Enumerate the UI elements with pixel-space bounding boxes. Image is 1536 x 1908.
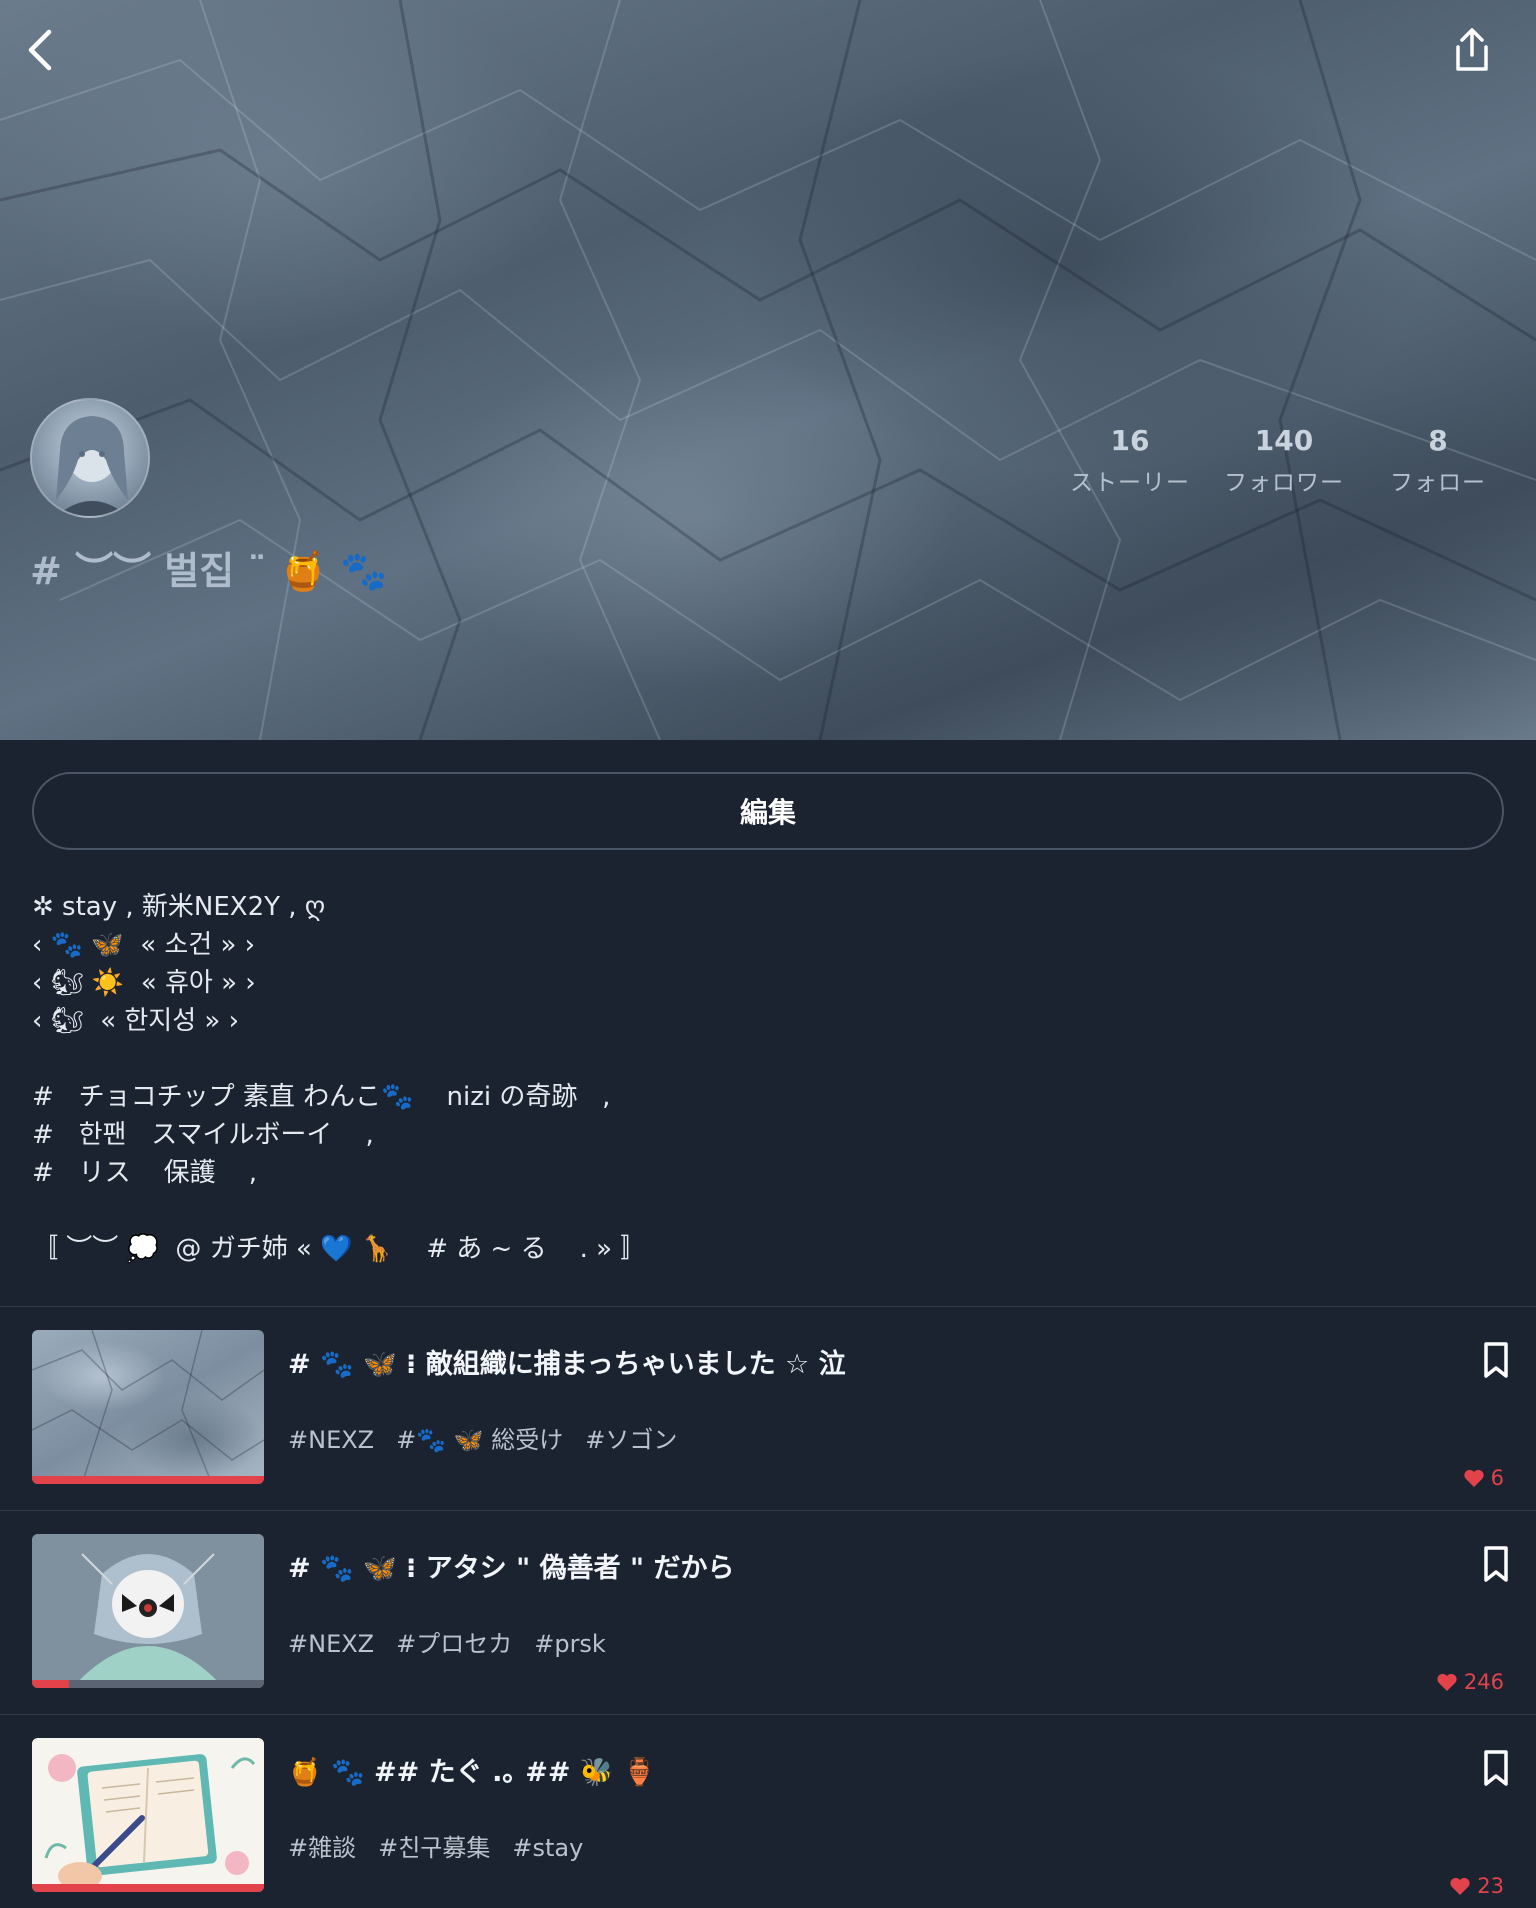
bio-line [32, 1040, 1492, 1078]
story-progress-fill [32, 1476, 264, 1484]
story-tags: #NEXZ #プロセカ #prsk [288, 1624, 628, 1659]
bio-line: 〚 ︶︶ 💭 @ ガチ姉 « 💙 🦒 # あ ~ る . » 〛 [32, 1234, 647, 1264]
story-tags: #雑談 #친구募集 #stay [288, 1828, 605, 1863]
story-tag[interactable]: #stay [512, 1834, 583, 1862]
notebook-illustration-thumb [32, 1738, 264, 1892]
bookmark-icon[interactable] [1478, 1748, 1514, 1788]
stat-following-label: フォロー [1390, 470, 1486, 496]
avatar-illustration [56, 416, 128, 516]
avatar[interactable] [30, 398, 150, 518]
crumpled-paper-texture [0, 0, 1536, 740]
story-progress-bar [32, 1476, 264, 1484]
like-count-value: 246 [1463, 1670, 1504, 1694]
like-count: 246 [1436, 1670, 1504, 1694]
story-tag[interactable]: #雑談 [288, 1834, 356, 1862]
back-button[interactable] [8, 18, 72, 82]
story-tag[interactable]: #친구募集 [378, 1834, 490, 1862]
bookmark-icon[interactable] [1478, 1544, 1514, 1584]
stat-following[interactable]: 8 フォロー [1368, 424, 1508, 497]
bio-line: ‹ 🐾 🦋 « 소건 » › [32, 930, 256, 960]
story-tag[interactable]: #ソゴン [585, 1426, 677, 1454]
story-item[interactable]: # 🐾 🦋 ⁝ アタシ " 偽善者 " だから #NEXZ #プロセカ #prsk … [0, 1510, 1536, 1714]
like-count-value: 6 [1490, 1466, 1504, 1490]
story-progress-bar [32, 1884, 264, 1892]
bio-line: ✲ stay , 新米NEX2Y , ღ [32, 892, 326, 922]
story-title[interactable]: # 🐾 🦋 ⁝ 敵組織に捕まっちゃいました ☆ 泣 [288, 1342, 846, 1381]
story-title[interactable]: 🍯 🐾 ## たぐ .｡ ## 🐝 🏺 [288, 1750, 657, 1789]
anime-character-thumb [32, 1534, 264, 1688]
story-thumbnail[interactable] [32, 1738, 264, 1892]
stat-stories-count: 16 [1110, 424, 1150, 457]
story-thumbnail[interactable] [32, 1330, 264, 1484]
stat-following-count: 8 [1428, 424, 1448, 457]
story-progress-fill [32, 1680, 70, 1688]
like-count: 23 [1449, 1874, 1504, 1898]
chevron-left-icon [28, 29, 52, 71]
profile-name: # ︶︶ 벌집 ¨ 🍯 🐾 [30, 549, 388, 593]
stat-followers[interactable]: 140 フォロワー [1214, 424, 1354, 497]
edit-profile-button[interactable]: 編集 [32, 772, 1504, 850]
stat-stories-label: ストーリー [1070, 470, 1190, 496]
stat-followers-label: フォロワー [1224, 470, 1344, 496]
story-progress-bar [32, 1680, 264, 1688]
like-count: 6 [1463, 1466, 1504, 1490]
story-tag[interactable]: #NEXZ [288, 1426, 374, 1454]
story-progress-fill [32, 1884, 264, 1892]
story-tags: #NEXZ #🐾 🦋 総受け #ソゴン [288, 1420, 699, 1455]
stat-followers-count: 140 [1254, 424, 1314, 457]
bio-line [32, 1192, 1492, 1230]
story-thumbnail[interactable] [32, 1534, 264, 1688]
heart-icon [1437, 1673, 1457, 1691]
bio-line: # 한팬 スマイルボーイ , [32, 1120, 374, 1150]
story-tag[interactable]: #prsk [534, 1630, 606, 1658]
story-title[interactable]: # 🐾 🦋 ⁝ アタシ " 偽善者 " だから [288, 1546, 734, 1585]
stat-stories[interactable]: 16 ストーリー [1060, 424, 1200, 497]
story-tag[interactable]: #🐾 🦋 総受け [396, 1426, 563, 1454]
crumpled-paper-thumb [32, 1330, 264, 1484]
profile-stats: 16 ストーリー 140 フォロワー 8 フォロー [1060, 424, 1512, 504]
heart-icon [1464, 1469, 1484, 1487]
heart-icon [1450, 1877, 1470, 1895]
story-tag[interactable]: #NEXZ [288, 1630, 374, 1658]
bio-line: # チョコチップ 素直 わんこ🐾 nizi の奇跡 , [32, 1082, 611, 1112]
bio-line: ‹ 🐿 « 한지성 » › [32, 1006, 239, 1036]
bookmark-icon[interactable] [1478, 1340, 1514, 1380]
share-button[interactable] [1440, 18, 1504, 82]
like-count-value: 23 [1477, 1874, 1504, 1898]
share-upload-icon [1456, 28, 1488, 71]
profile-cover: # ︶︶ 벌집 ¨ 🍯 🐾 16 ストーリー 140 フォロワー 8 フォロー [0, 0, 1536, 740]
story-item[interactable]: # 🐾 🦋 ⁝ 敵組織に捕まっちゃいました ☆ 泣 #NEXZ #🐾 🦋 総受け #… [0, 1306, 1536, 1510]
story-item[interactable]: 🍯 🐾 ## たぐ .｡ ## 🐝 🏺 #雑談 #친구募集 #stay 23 [0, 1714, 1536, 1908]
bio-line: ‹ 🐿 ☀️ « 휴아 » › [32, 968, 256, 998]
bio-line: # リス 保護 , [32, 1158, 257, 1188]
profile-bio: ✲ stay , 新米NEX2Y , ღ ‹ 🐾 🦋 « 소건 » › ‹ 🐿 … [32, 888, 1492, 1268]
story-tag[interactable]: #プロセカ [396, 1630, 512, 1658]
